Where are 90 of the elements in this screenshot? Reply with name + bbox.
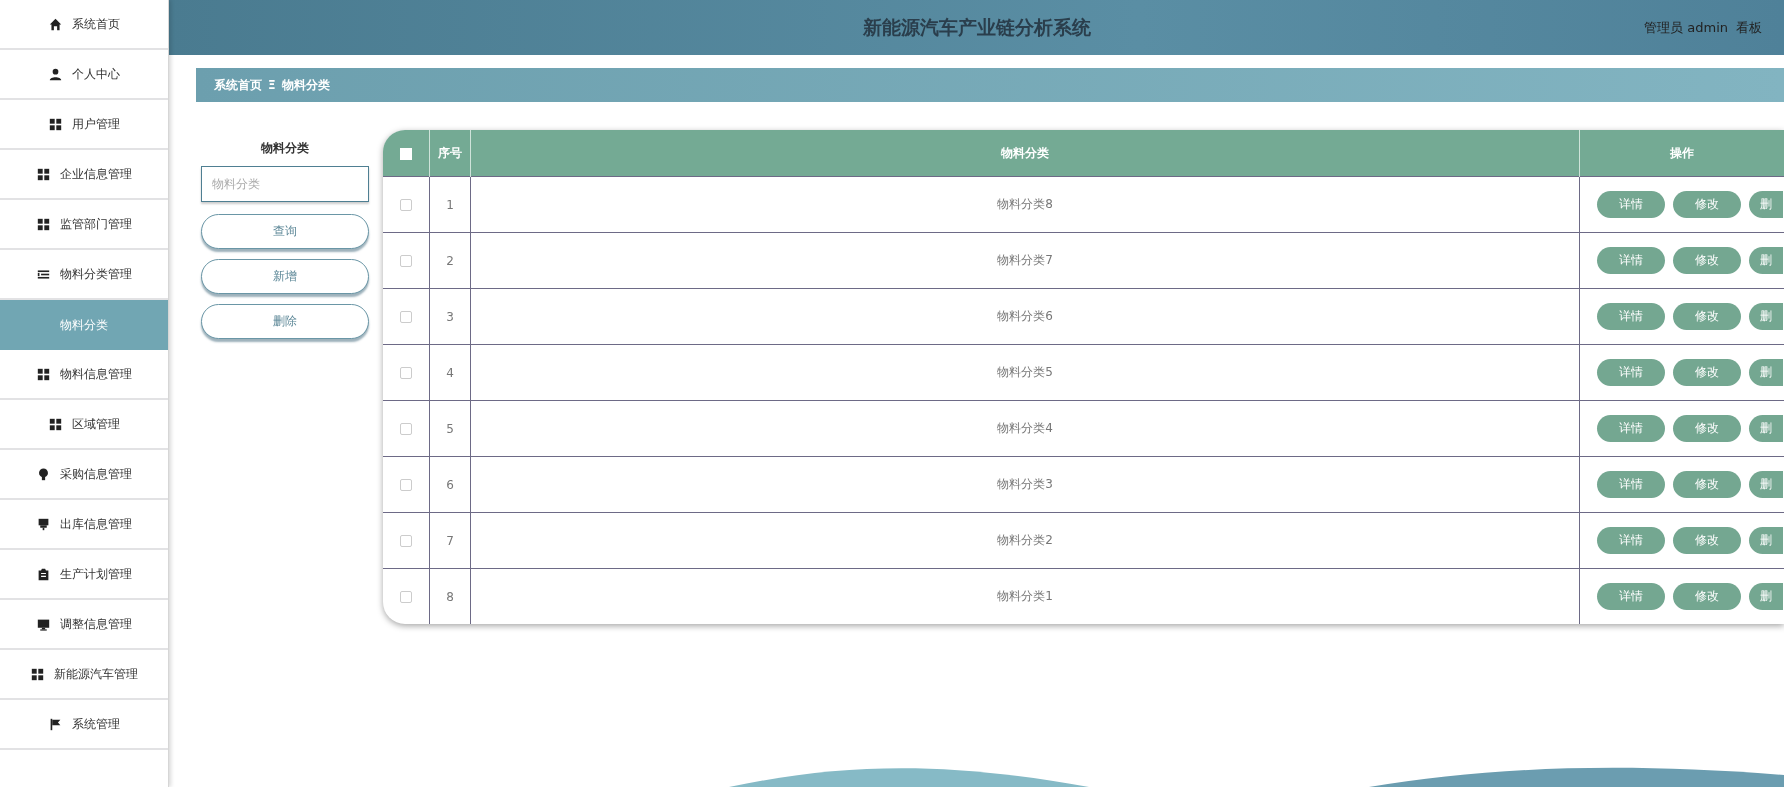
action-button[interactable]: 新增 [201,259,369,294]
table-cell: 3 [429,288,471,345]
action-button[interactable]: 查询 [201,214,369,249]
row-action-button[interactable]: 删 [1749,583,1783,610]
table-cell: 1 [429,176,471,233]
table-cell: 5 [429,400,471,457]
row-checkbox[interactable] [400,311,412,323]
sidebar-item[interactable]: 生产计划管理 [0,550,168,600]
row-checkbox[interactable] [400,255,412,267]
row-action-button[interactable]: 修改 [1673,415,1741,442]
grid-icon [36,217,50,231]
row-action-button[interactable]: 修改 [1673,527,1741,554]
row-action-button[interactable]: 详情 [1597,247,1665,274]
sidebar-item[interactable]: 采购信息管理 [0,450,168,500]
row-action-button[interactable]: 修改 [1673,359,1741,386]
table-cell: 物料分类3 [470,456,1580,513]
row-action-button[interactable]: 删 [1749,359,1783,386]
field-label: 物料分类 [260,140,310,157]
pin-icon [36,517,50,531]
row-action-button[interactable]: 删 [1749,527,1783,554]
user-icon [48,67,62,81]
column-header: 序号 [429,130,471,177]
breadcrumb-current: 物料分类 [281,76,330,94]
row-checkbox[interactable] [400,535,412,547]
column-header: 物料分类 [470,130,1580,177]
clipboard-icon [36,567,50,581]
row-action-button[interactable]: 修改 [1673,303,1741,330]
grid-icon [30,667,44,681]
list-icon [36,267,50,281]
row-action-button[interactable]: 详情 [1597,359,1665,386]
table-cell: 6 [429,456,471,513]
breadcrumb-separator: Ξ [268,78,276,92]
table-cell: 8 [429,568,471,624]
table-cell: 物料分类5 [470,344,1580,401]
sidebar-item[interactable]: 监管部门管理 [0,200,168,250]
flag-icon [48,717,62,731]
grid-icon [48,117,62,131]
row-action-button[interactable]: 详情 [1597,471,1665,498]
table-cell: 物料分类1 [470,568,1580,624]
row-action-button[interactable]: 修改 [1673,247,1741,274]
select-all-checkbox[interactable] [400,147,412,160]
row-action-button[interactable]: 详情 [1597,583,1665,610]
sidebar-item[interactable]: 新能源汽车管理 [0,650,168,700]
row-action-button[interactable]: 详情 [1597,415,1665,442]
sidebar-item[interactable]: 个人中心 [0,50,168,100]
home-icon [48,17,62,31]
row-action-button[interactable]: 删 [1749,191,1783,218]
row-checkbox[interactable] [400,591,412,603]
column-header: 操作 [1579,130,1784,177]
table-cell: 物料分类7 [470,232,1580,289]
app-title: 新能源汽车产业链分析系统 [862,14,1091,40]
table-cell: 物料分类4 [470,400,1580,457]
table-cell: 2 [429,232,471,289]
row-action-button[interactable]: 详情 [1597,191,1665,218]
sidebar-subitem[interactable]: 物料分类 [0,300,168,350]
table-cell: 4 [429,344,471,401]
row-action-button[interactable]: 修改 [1673,191,1741,218]
row-checkbox[interactable] [400,367,412,379]
sidebar-item[interactable]: 用户管理 [0,100,168,150]
sidebar-item[interactable]: 出库信息管理 [0,500,168,550]
table-cell: 物料分类6 [470,288,1580,345]
grid-icon [36,167,50,181]
action-button[interactable]: 删除 [201,304,369,339]
monitor-icon [36,617,50,631]
row-action-button[interactable]: 删 [1749,247,1783,274]
table-cell: 物料分类8 [470,176,1580,233]
bulb-icon [36,467,50,481]
grid-icon [36,367,50,381]
row-action-button[interactable]: 删 [1749,303,1783,330]
row-action-button[interactable]: 详情 [1597,303,1665,330]
sidebar-item[interactable]: 企业信息管理 [0,150,168,200]
user-label: 管理员 admin [1644,18,1728,37]
breadcrumb-home[interactable]: 系统首页 [214,76,262,94]
sidebar-item[interactable]: 物料信息管理 [0,350,168,400]
table-cell: 物料分类2 [470,512,1580,569]
dashboard-link[interactable]: 看板 [1736,18,1762,37]
row-checkbox[interactable] [400,423,412,435]
sidebar-item[interactable]: 区域管理 [0,400,168,450]
row-action-button[interactable]: 详情 [1597,527,1665,554]
row-action-button[interactable]: 删 [1749,415,1783,442]
row-action-button[interactable]: 删 [1749,471,1783,498]
row-action-button[interactable]: 修改 [1673,471,1741,498]
row-checkbox[interactable] [400,199,412,211]
search-field[interactable]: 物料分类 [201,166,369,202]
row-action-button[interactable]: 修改 [1673,583,1741,610]
table-cell: 7 [429,512,471,569]
row-checkbox[interactable] [400,479,412,491]
sidebar-item[interactable]: 系统管理 [0,700,168,750]
grid-icon [48,417,62,431]
sidebar-item[interactable]: 调整信息管理 [0,600,168,650]
